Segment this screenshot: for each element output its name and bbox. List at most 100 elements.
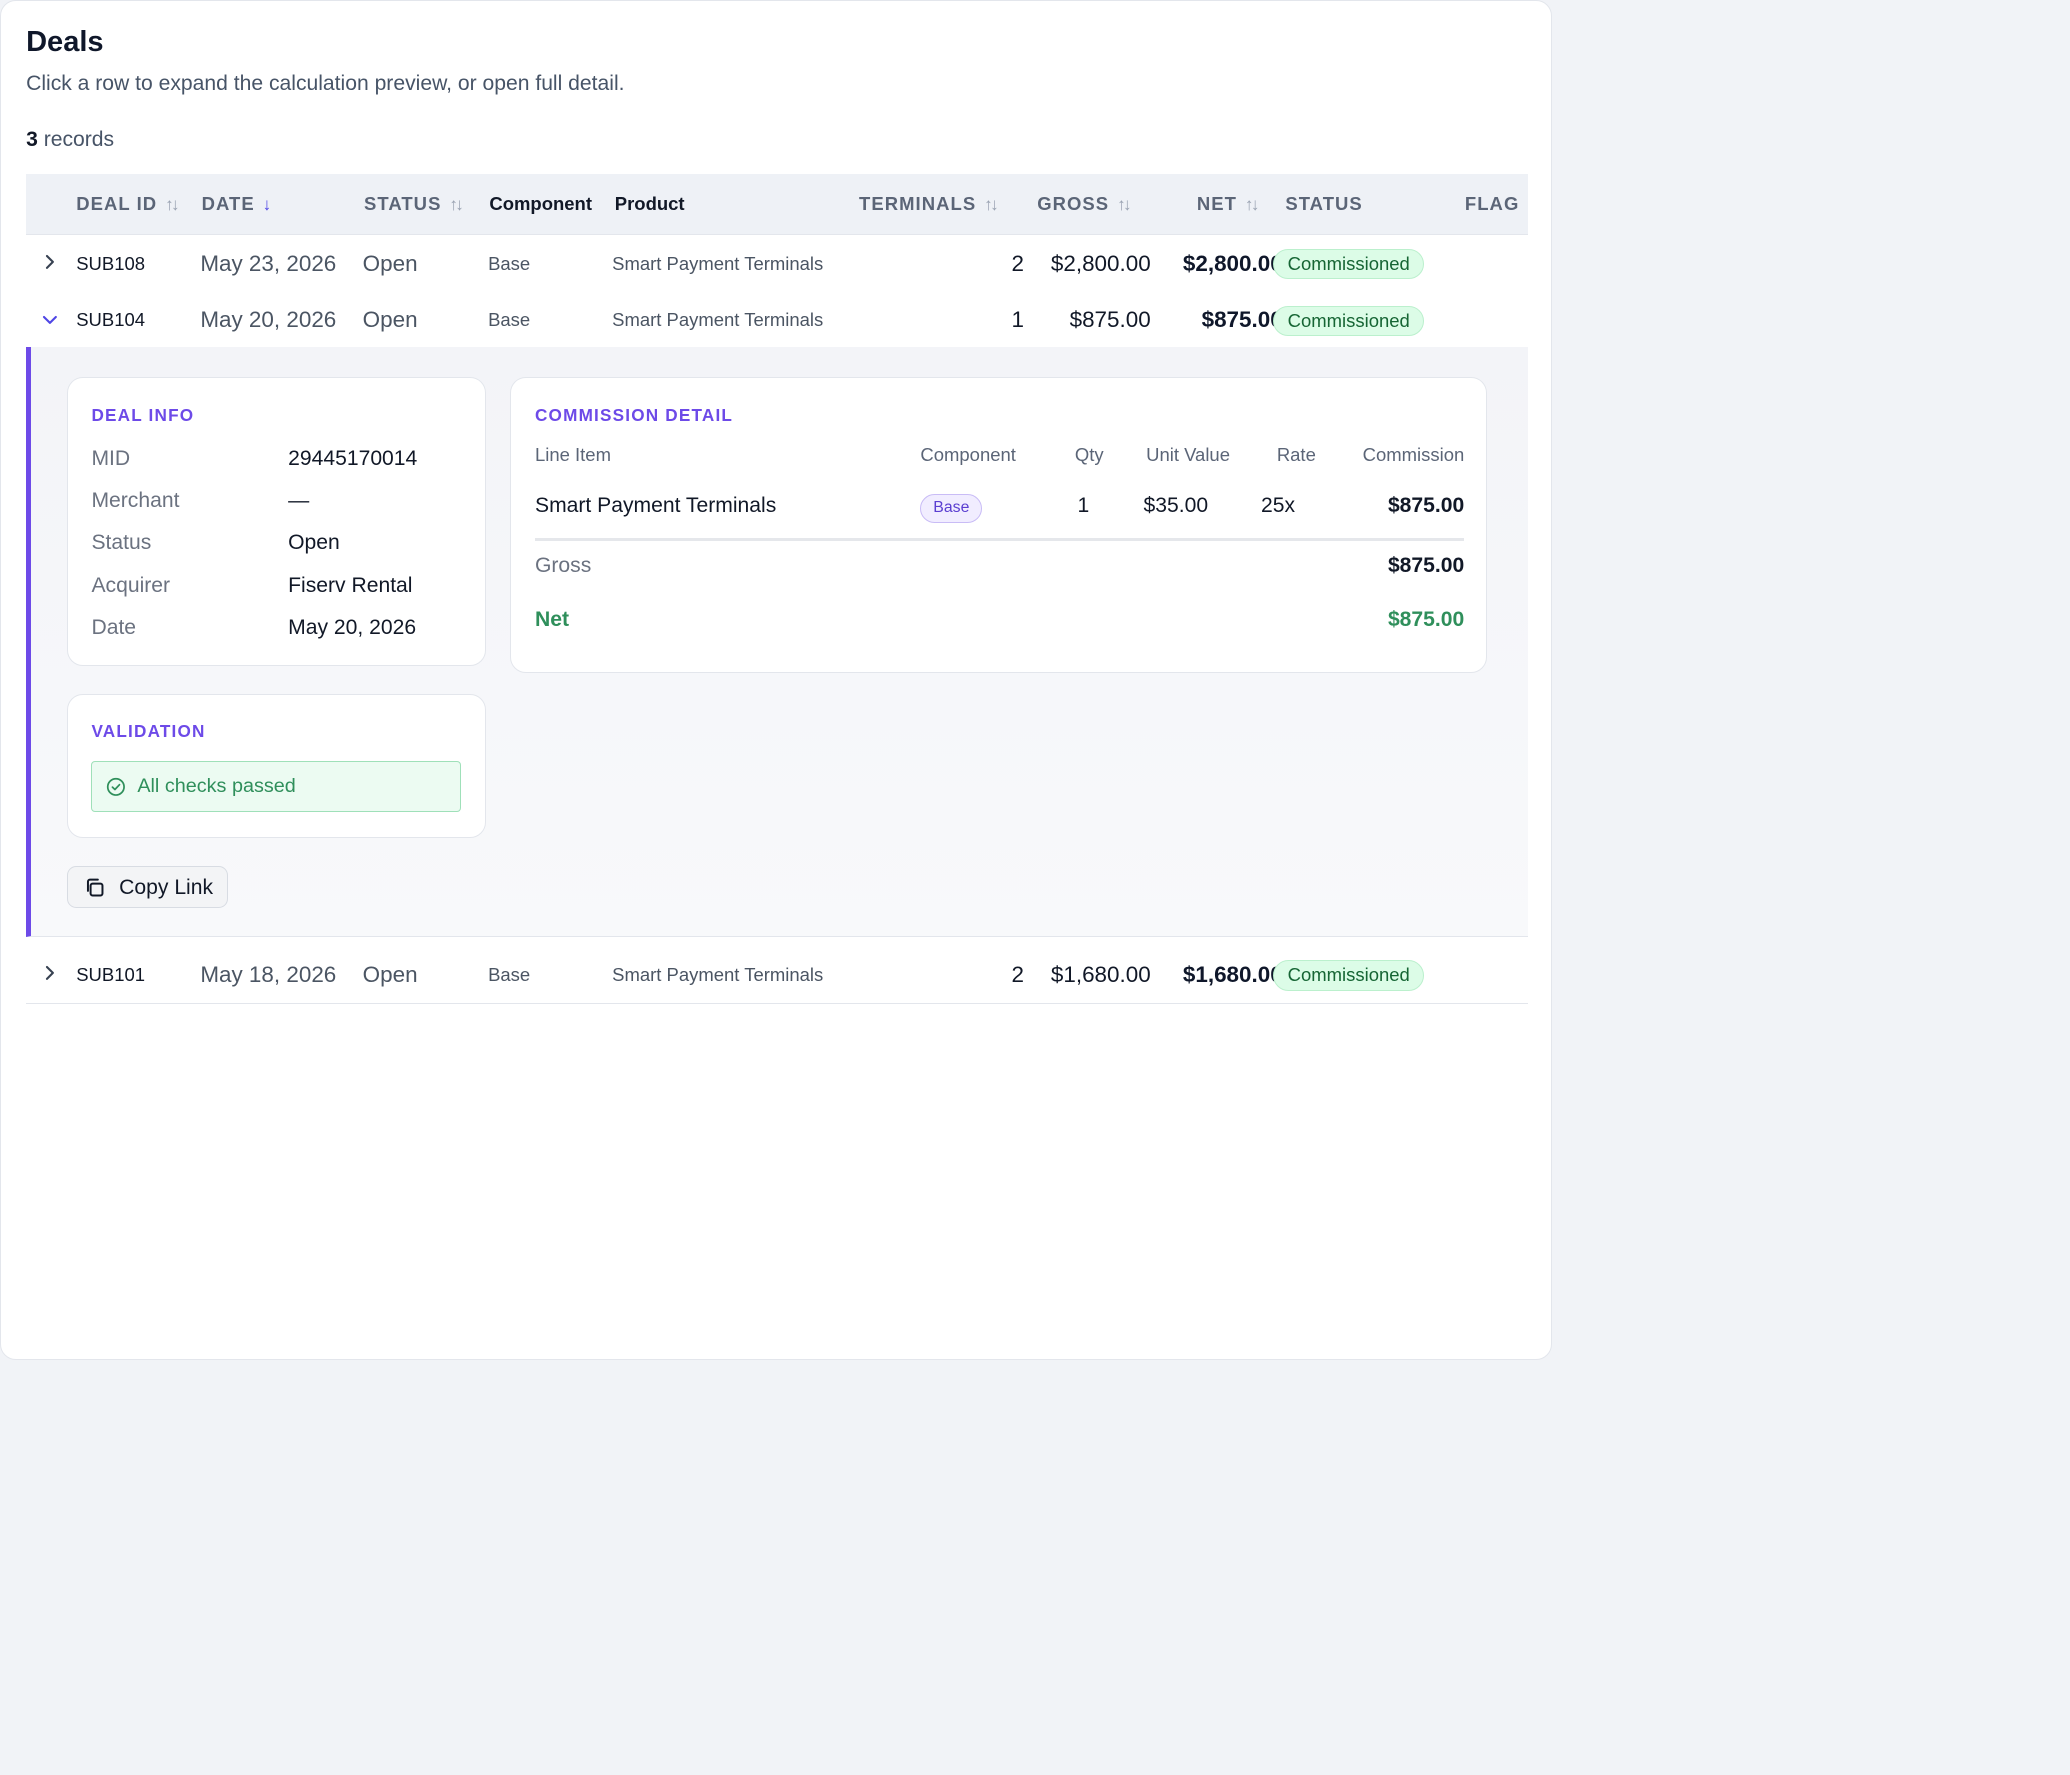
- gross-value: $875.00: [1387, 553, 1465, 577]
- column-header-status-badge: STATUS: [1285, 192, 1363, 214]
- net-value: $875.00: [1387, 607, 1465, 631]
- column-header-component: Component: [489, 192, 592, 214]
- table-row[interactable]: SUB104 May 20, 2026 Open Base Smart Paym…: [26, 291, 1529, 350]
- table-row[interactable]: SUB108 May 23, 2026 Open Base Smart Paym…: [26, 234, 1529, 293]
- sort-icon: ↑↓: [1244, 193, 1260, 214]
- gross-label: Gross: [534, 553, 592, 577]
- deals-card: Deals Click a row to expand the calculat…: [0, 0, 1553, 1360]
- deal-gross: $2,800.00: [1050, 250, 1151, 276]
- status-badge: Commissioned: [1273, 305, 1424, 336]
- deal-id[interactable]: SUB101: [76, 946, 145, 1004]
- column-header-product: Product: [614, 192, 685, 214]
- deal-date: May 23, 2026: [200, 250, 337, 276]
- deal-status: Open: [362, 250, 418, 276]
- deal-product: Smart Payment Terminals: [612, 964, 824, 986]
- column-header-date[interactable]: DATE ↓: [202, 174, 272, 235]
- column-header-date-label: DATE: [201, 192, 255, 214]
- chevron-right-icon[interactable]: [39, 946, 60, 1004]
- validation-result: All checks passed: [91, 760, 462, 813]
- copy-link-label: Copy Link: [119, 875, 214, 899]
- validation-title: VALIDATION: [91, 721, 206, 742]
- deal-info-title: DEAL INFO: [91, 404, 195, 425]
- commission-detail-title: COMMISSION DETAIL: [534, 404, 734, 425]
- deal-terminals: 2: [1011, 962, 1024, 988]
- deal-status: Open: [362, 307, 418, 333]
- commission-detail-panel: COMMISSION DETAIL Line Item Component Qt…: [510, 377, 1488, 673]
- column-header-status-label: STATUS: [363, 192, 442, 214]
- commission-unit-value: $35.00: [1143, 494, 1209, 518]
- deal-info-date-value: May 20, 2026: [288, 615, 417, 639]
- deal-product: Smart Payment Terminals: [612, 252, 824, 274]
- commission-rate: 25x: [1260, 494, 1296, 518]
- check-circle-icon: [106, 777, 126, 803]
- arrow-down-icon: ↓: [262, 193, 272, 214]
- copy-link-button[interactable]: Copy Link: [66, 865, 228, 908]
- deal-info-label: Date: [91, 615, 137, 639]
- validation-panel: VALIDATION All checks passed: [66, 693, 487, 838]
- component-chip: Base: [920, 494, 983, 524]
- status-badge-cell: Commissioned: [1273, 291, 1424, 349]
- status-badge-cell: Commissioned: [1273, 235, 1424, 293]
- column-header-net-label: NET: [1196, 192, 1238, 214]
- column-header-deal-id[interactable]: DEAL ID ↑↓: [76, 174, 180, 235]
- deal-net: $2,800.00: [1182, 250, 1283, 276]
- deal-info-acquirer-value: Fiserv Rental: [288, 573, 413, 597]
- deal-terminals: 2: [1011, 250, 1024, 276]
- status-badge-cell: Commissioned: [1273, 946, 1424, 1004]
- calculation-preview: DEAL INFO MID 29445170014 Merchant — Sta…: [26, 346, 1529, 937]
- deal-info-label: MID: [91, 446, 131, 470]
- commission-divider: [534, 537, 1465, 541]
- deal-component: Base: [488, 964, 531, 986]
- column-header-terminals[interactable]: TERMINALS ↑↓: [858, 174, 999, 235]
- validation-message: All checks passed: [137, 775, 296, 798]
- record-count: 3 records: [26, 128, 114, 152]
- deal-gross: $1,680.00: [1050, 962, 1151, 988]
- commission-qty: 1: [1077, 494, 1090, 518]
- deal-date: May 18, 2026: [200, 962, 337, 988]
- deal-info-merchant-value: —: [288, 489, 310, 513]
- commission-header-component: Component: [920, 444, 1016, 466]
- commission-amount: $875.00: [1387, 494, 1465, 518]
- deal-component: Base: [488, 309, 531, 331]
- column-header-gross-label: GROSS: [1037, 192, 1110, 214]
- deal-info-label: Acquirer: [91, 573, 171, 597]
- deal-product: Smart Payment Terminals: [612, 309, 824, 331]
- column-header-terminals-label: TERMINALS: [858, 192, 977, 214]
- page-subtitle: Click a row to expand the calculation pr…: [26, 72, 625, 96]
- deal-gross: $875.00: [1069, 307, 1151, 333]
- deal-net: $875.00: [1201, 307, 1283, 333]
- deal-info-status-value: Open: [288, 531, 340, 555]
- record-count-suffix: records: [43, 127, 115, 151]
- sort-icon: ↑↓: [165, 193, 180, 214]
- net-label: Net: [534, 607, 569, 631]
- sort-icon: ↑↓: [984, 193, 999, 214]
- page-title: Deals: [26, 26, 104, 59]
- record-count-number: 3: [26, 127, 38, 151]
- deal-id[interactable]: SUB104: [76, 291, 145, 349]
- copy-icon: [84, 877, 105, 904]
- column-header-flag: FLAG: [1464, 192, 1520, 214]
- commission-header-line-item: Line Item: [534, 444, 611, 466]
- deal-info-mid-value: 29445170014: [288, 446, 418, 470]
- chevron-right-icon[interactable]: [39, 235, 60, 293]
- deal-info-label: Status: [91, 531, 152, 555]
- deal-id[interactable]: SUB108: [76, 235, 145, 293]
- commission-header-rate: Rate: [1276, 444, 1316, 466]
- table-row[interactable]: SUB101 May 18, 2026 Open Base Smart Paym…: [26, 946, 1529, 1005]
- column-header-status[interactable]: STATUS ↑↓: [363, 174, 464, 235]
- deal-status: Open: [362, 962, 418, 988]
- deal-date: May 20, 2026: [200, 307, 337, 333]
- commission-header-qty: Qty: [1074, 444, 1104, 466]
- status-badge: Commissioned: [1273, 960, 1424, 991]
- sort-icon: ↑↓: [1117, 193, 1132, 214]
- deal-info-panel: DEAL INFO MID 29445170014 Merchant — Sta…: [66, 377, 487, 667]
- deal-info-label: Merchant: [91, 489, 180, 513]
- column-header-gross[interactable]: GROSS ↑↓: [1037, 174, 1132, 235]
- commission-header-unit-value: Unit Value: [1146, 444, 1230, 466]
- chevron-down-icon[interactable]: [39, 291, 60, 349]
- table-header: DEAL ID ↑↓ DATE ↓ STATUS ↑↓ Component Produ…: [26, 173, 1529, 235]
- commission-line-item: Smart Payment Terminals: [534, 494, 777, 518]
- sort-icon: ↑↓: [449, 193, 464, 214]
- column-header-net[interactable]: NET ↑↓: [1196, 174, 1260, 235]
- deal-net: $1,680.00: [1182, 962, 1283, 988]
